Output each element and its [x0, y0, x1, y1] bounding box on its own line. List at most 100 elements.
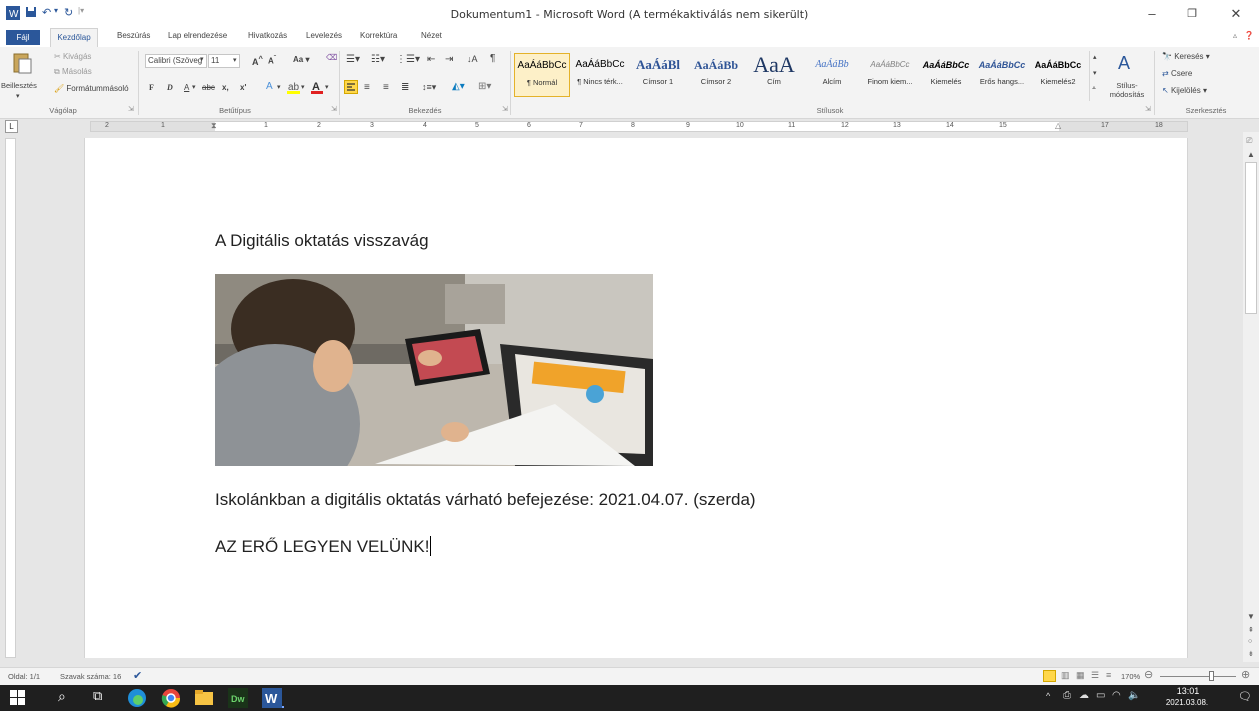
chevron-up-icon[interactable]: ▴ — [1093, 53, 1097, 61]
style-strong[interactable]: AaÁáBbCc Kiemelés2 — [1030, 53, 1086, 97]
format-painter-button[interactable]: 🖌 Formátummásoló — [54, 84, 129, 93]
styles-scroll[interactable]: ▴ ▾ ⩡ — [1089, 51, 1101, 101]
network-icon[interactable]: ▭ — [1096, 690, 1105, 701]
document-heading[interactable]: A Digitális oktatás visszavág — [215, 231, 429, 251]
ruler-toggle-icon[interactable]: ⎚ — [1246, 136, 1252, 146]
dialog-launcher-icon[interactable]: ⇲ — [128, 105, 134, 113]
sort-icon[interactable]: ↓A — [467, 54, 478, 64]
chevron-down-icon[interactable]: ▾ — [200, 55, 204, 63]
style-heading-1[interactable]: AaÁáBl Címsor 1 — [630, 53, 686, 97]
minimize-button[interactable]: – — [1136, 4, 1168, 24]
previous-page-icon[interactable]: ⇞ — [1248, 626, 1254, 634]
dreamweaver-icon[interactable]: Dw — [228, 688, 250, 708]
zoom-level[interactable]: 170% — [1121, 672, 1140, 681]
subscript-button[interactable]: x, — [222, 83, 229, 92]
bullets-icon[interactable]: ☰▾ — [346, 54, 360, 65]
change-case-button[interactable]: Aa ▾ — [293, 55, 309, 64]
windows-start-icon[interactable] — [10, 688, 32, 708]
edge-icon[interactable] — [127, 688, 149, 708]
find-button[interactable]: 🔭 Keresés ▾ — [1162, 52, 1210, 61]
chevron-down-icon[interactable]: ▾ — [325, 83, 329, 91]
more-styles-icon[interactable]: ⩡ — [1092, 85, 1096, 93]
document-photo[interactable] — [215, 274, 653, 466]
chevron-down-icon[interactable]: ▾ — [1093, 69, 1097, 77]
replace-button[interactable]: ⇄ Csere — [1162, 69, 1192, 78]
help-icon[interactable]: ❓ — [1244, 31, 1254, 40]
page-count[interactable]: Oldal: 1/1 — [8, 672, 40, 681]
style-heading-2[interactable]: AaÁáBb Címsor 2 — [688, 53, 744, 97]
style-title[interactable]: AaA Cím — [746, 53, 802, 97]
maximize-button[interactable]: ❐ — [1176, 4, 1208, 24]
word-count[interactable]: Szavak száma: 16 — [60, 672, 121, 681]
style-no-spacing[interactable]: AaÁáBbCc ¶ Nincs térk... — [572, 53, 628, 97]
proofing-icon[interactable]: ✔︎ — [133, 669, 142, 682]
document-page[interactable]: A Digitális oktatás visszavág Iskolánkba… — [84, 138, 1188, 658]
clock-time[interactable]: 13:01 — [1168, 686, 1208, 696]
volume-icon[interactable]: 🔈 — [1128, 690, 1140, 701]
scroll-up-icon[interactable]: ▲ — [1247, 150, 1255, 159]
chevron-down-icon[interactable]: ▾ — [277, 83, 281, 91]
tab-mailings[interactable]: Levelezés — [306, 31, 342, 40]
decrease-indent-icon[interactable]: ⇤ — [427, 54, 435, 65]
cut-button[interactable]: ✂ Kivágás — [54, 52, 91, 61]
chevron-down-icon[interactable]: ▾ — [192, 83, 196, 91]
style-subtitle[interactable]: AaÁáBb Alcím — [804, 53, 860, 97]
underline-button[interactable]: A — [184, 83, 189, 92]
paste-button[interactable]: Beillesztés — [1, 81, 37, 90]
paste-icon[interactable] — [10, 51, 36, 75]
dialog-launcher-icon[interactable]: ⇲ — [1145, 105, 1151, 113]
pilcrow-icon[interactable]: ¶ — [490, 53, 495, 64]
multilevel-list-icon[interactable]: ⋮☰▾ — [396, 54, 420, 65]
dialog-launcher-icon[interactable]: ⇲ — [502, 105, 508, 113]
align-center-icon[interactable]: ≡ — [364, 82, 370, 93]
highlight-icon[interactable]: ab — [287, 80, 300, 95]
horizontal-ruler[interactable]: 2 1 ⧗ 1 2 3 4 5 6 7 8 9 10 11 12 13 14 1… — [90, 121, 1188, 132]
justify-icon[interactable]: ≣ — [401, 82, 409, 93]
task-view-icon[interactable]: ⧉ — [93, 688, 115, 708]
tab-review[interactable]: Korrektúra — [360, 31, 397, 40]
style-emphasis[interactable]: AaÁáBbCc Kiemelés — [918, 53, 974, 97]
outline-icon[interactable]: ☰ — [1091, 670, 1099, 681]
draft-icon[interactable]: ≡ — [1106, 670, 1111, 680]
align-right-icon[interactable]: ≡ — [383, 82, 389, 93]
notification-icon[interactable]: 🗨 — [1238, 690, 1252, 703]
web-layout-icon[interactable]: ▦ — [1076, 670, 1085, 681]
bold-button[interactable]: F — [149, 83, 154, 92]
italic-button[interactable]: D — [167, 83, 173, 92]
zoom-slider-thumb[interactable] — [1209, 671, 1214, 681]
font-size-select[interactable]: 11 ▾ — [208, 54, 240, 68]
search-icon[interactable]: ⌕ — [58, 688, 80, 708]
zoom-slider[interactable] — [1160, 676, 1236, 677]
chevron-up-icon[interactable]: ^ — [1046, 691, 1050, 701]
document-line-1[interactable]: Iskolánkban a digitális oktatás várható … — [215, 490, 756, 510]
shrink-font-button[interactable]: Aˇ — [268, 55, 276, 66]
close-button[interactable]: ✕ — [1220, 4, 1252, 24]
document-line-2-wrap[interactable]: AZ ERŐ LEGYEN VELÜNK! — [215, 536, 432, 557]
vertical-scrollbar[interactable]: ⎚ ▲ ▼ ⇞ ○ ⇟ — [1243, 132, 1259, 662]
numbering-icon[interactable]: ☷▾ — [371, 54, 385, 65]
increase-indent-icon[interactable]: ⇥ — [445, 54, 453, 65]
right-indent-icon[interactable]: △ — [1055, 121, 1061, 130]
change-styles-button[interactable]: Stílus-módosítás — [1101, 81, 1153, 99]
indent-marker-icon[interactable]: ⧗ — [211, 121, 217, 131]
copy-button[interactable]: ⧉ Másolás — [54, 67, 92, 77]
align-left-icon[interactable] — [344, 80, 358, 94]
style-normal[interactable]: AaÁáBbCc ¶ Normál — [514, 53, 570, 97]
full-screen-icon[interactable]: ▥ — [1061, 670, 1070, 681]
tab-layout[interactable]: Lap elrendezése — [168, 31, 227, 40]
chevron-down-icon[interactable]: ▾ — [301, 83, 305, 91]
superscript-button[interactable]: x' — [240, 83, 246, 92]
vertical-ruler[interactable] — [5, 138, 16, 658]
meet-now-icon[interactable]: ⎙ — [1063, 690, 1071, 701]
chrome-icon[interactable] — [161, 688, 183, 708]
dialog-launcher-icon[interactable]: ⇲ — [331, 105, 337, 113]
clock-date[interactable]: 2021.03.08. — [1162, 698, 1212, 707]
shading-icon[interactable]: ◭▾ — [452, 81, 465, 92]
grow-font-button[interactable]: A^ — [252, 54, 263, 67]
document-line-2[interactable]: AZ ERŐ LEGYEN VELÜNK! — [215, 537, 429, 556]
tab-selector[interactable]: L — [5, 120, 18, 133]
borders-icon[interactable]: ⊞▾ — [478, 81, 491, 92]
font-name-select[interactable]: Calibri (Szöveg — [145, 54, 207, 68]
file-explorer-icon[interactable] — [194, 688, 216, 708]
tab-home[interactable]: Kezdőlap — [50, 28, 98, 47]
